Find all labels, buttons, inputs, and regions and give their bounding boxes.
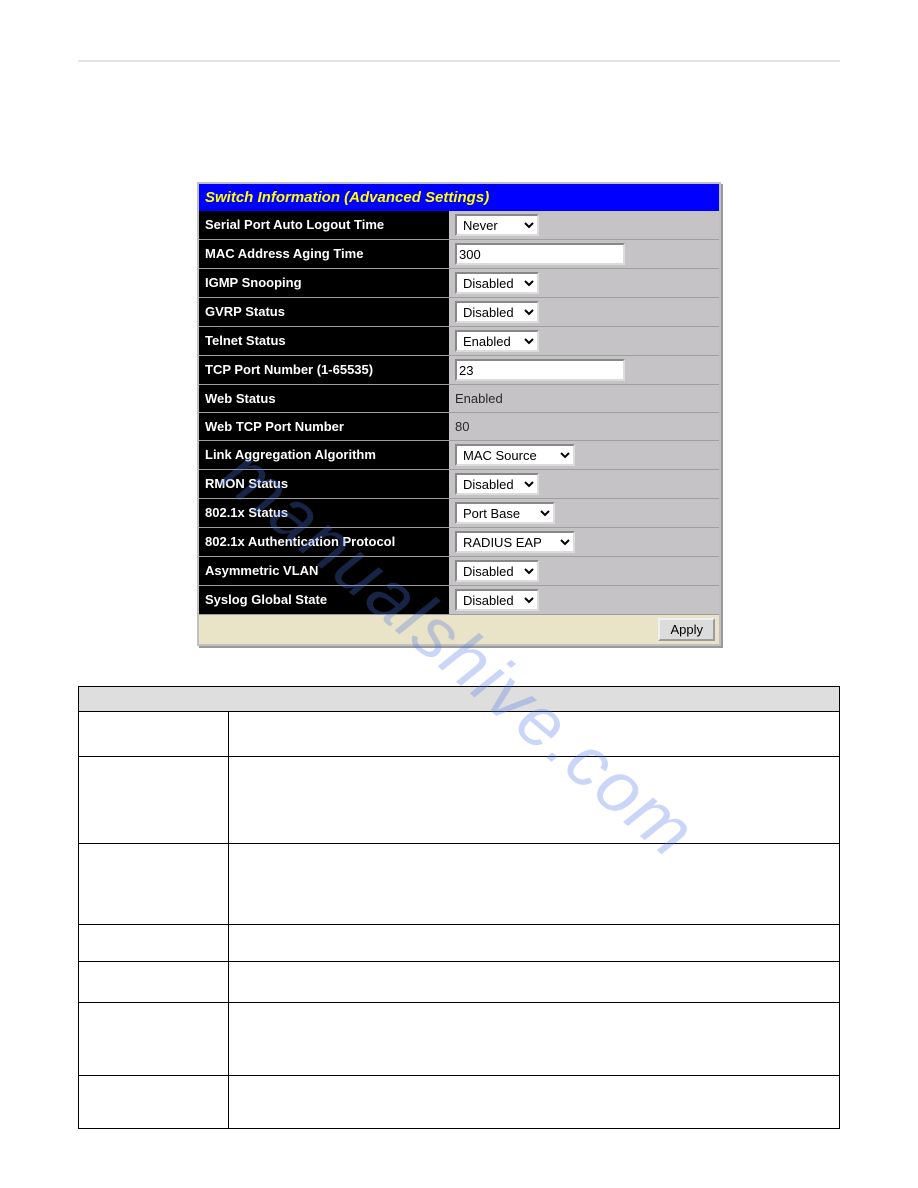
setting-row-web-tcp-port: Web TCP Port Number 80 bbox=[199, 412, 719, 440]
setting-control-telnet-status: Enabled bbox=[449, 327, 719, 355]
setting-label-link-agg: Link Aggregation Algorithm bbox=[199, 441, 449, 469]
table-row bbox=[79, 844, 840, 925]
setting-control-igmp-snooping: Disabled bbox=[449, 269, 719, 297]
parameter-desc-cell bbox=[229, 925, 840, 962]
mac-aging-input[interactable] bbox=[455, 243, 625, 265]
parameter-name-cell bbox=[79, 712, 229, 757]
setting-row-syslog-state: Syslog Global State Disabled bbox=[199, 585, 719, 614]
asym-vlan-select[interactable]: Disabled bbox=[455, 560, 539, 582]
setting-row-link-agg: Link Aggregation Algorithm MAC Source bbox=[199, 440, 719, 469]
parameter-desc-cell bbox=[229, 844, 840, 925]
setting-label-syslog-state: Syslog Global State bbox=[199, 586, 449, 614]
setting-row-dot1x-status: 802.1x Status Port Base bbox=[199, 498, 719, 527]
apply-button[interactable]: Apply bbox=[658, 618, 715, 641]
parameter-desc-cell bbox=[229, 1003, 840, 1076]
setting-control-web-status: Enabled bbox=[449, 385, 719, 412]
setting-control-dot1x-auth: RADIUS EAP bbox=[449, 528, 719, 556]
parameter-name-cell bbox=[79, 844, 229, 925]
dot1x-status-select[interactable]: Port Base bbox=[455, 502, 555, 524]
parameter-desc-cell bbox=[229, 757, 840, 844]
setting-row-igmp-snooping: IGMP Snooping Disabled bbox=[199, 268, 719, 297]
serial-logout-select[interactable]: Never bbox=[455, 214, 539, 236]
setting-label-telnet-status: Telnet Status bbox=[199, 327, 449, 355]
setting-control-syslog-state: Disabled bbox=[449, 586, 719, 614]
setting-label-asym-vlan: Asymmetric VLAN bbox=[199, 557, 449, 585]
table-row bbox=[79, 925, 840, 962]
parameter-name-cell bbox=[79, 1076, 229, 1129]
panel-footer: Apply bbox=[199, 614, 719, 644]
setting-control-mac-aging bbox=[449, 240, 719, 268]
syslog-state-select[interactable]: Disabled bbox=[455, 589, 539, 611]
setting-label-web-status: Web Status bbox=[199, 385, 449, 412]
igmp-snooping-select[interactable]: Disabled bbox=[455, 272, 539, 294]
panel-title: Switch Information (Advanced Settings) bbox=[199, 184, 719, 211]
setting-row-tcp-port: TCP Port Number (1-65535) bbox=[199, 355, 719, 384]
parameter-desc-cell bbox=[229, 712, 840, 757]
setting-control-tcp-port bbox=[449, 356, 719, 384]
setting-label-serial-logout: Serial Port Auto Logout Time bbox=[199, 211, 449, 239]
setting-label-dot1x-status: 802.1x Status bbox=[199, 499, 449, 527]
setting-control-dot1x-status: Port Base bbox=[449, 499, 719, 527]
link-agg-select[interactable]: MAC Source bbox=[455, 444, 575, 466]
setting-row-web-status: Web Status Enabled bbox=[199, 384, 719, 412]
setting-row-serial-logout: Serial Port Auto Logout Time Never bbox=[199, 211, 719, 239]
web-status-value: Enabled bbox=[455, 391, 503, 406]
setting-row-dot1x-auth: 802.1x Authentication Protocol RADIUS EAP bbox=[199, 527, 719, 556]
setting-row-mac-aging: MAC Address Aging Time bbox=[199, 239, 719, 268]
table-row bbox=[79, 712, 840, 757]
setting-control-gvrp-status: Disabled bbox=[449, 298, 719, 326]
settings-panel: Switch Information (Advanced Settings) S… bbox=[197, 182, 721, 646]
table-row bbox=[79, 1003, 840, 1076]
parameter-table bbox=[78, 686, 840, 1129]
setting-row-telnet-status: Telnet Status Enabled bbox=[199, 326, 719, 355]
setting-label-web-tcp-port: Web TCP Port Number bbox=[199, 413, 449, 440]
setting-label-igmp-snooping: IGMP Snooping bbox=[199, 269, 449, 297]
setting-control-web-tcp-port: 80 bbox=[449, 413, 719, 440]
gvrp-status-select[interactable]: Disabled bbox=[455, 301, 539, 323]
parameter-desc-cell bbox=[229, 962, 840, 1003]
parameter-name-cell bbox=[79, 962, 229, 1003]
table-row bbox=[79, 962, 840, 1003]
top-divider bbox=[78, 60, 840, 62]
telnet-status-select[interactable]: Enabled bbox=[455, 330, 539, 352]
setting-row-rmon-status: RMON Status Disabled bbox=[199, 469, 719, 498]
setting-row-asym-vlan: Asymmetric VLAN Disabled bbox=[199, 556, 719, 585]
dot1x-auth-select[interactable]: RADIUS EAP bbox=[455, 531, 575, 553]
setting-label-gvrp-status: GVRP Status bbox=[199, 298, 449, 326]
parameter-name-cell bbox=[79, 1003, 229, 1076]
tcp-port-input[interactable] bbox=[455, 359, 625, 381]
setting-control-serial-logout: Never bbox=[449, 211, 719, 239]
setting-label-tcp-port: TCP Port Number (1-65535) bbox=[199, 356, 449, 384]
setting-row-gvrp-status: GVRP Status Disabled bbox=[199, 297, 719, 326]
setting-control-link-agg: MAC Source bbox=[449, 441, 719, 469]
parameter-table-header bbox=[79, 687, 840, 712]
parameter-table-header-row bbox=[79, 687, 840, 712]
table-row bbox=[79, 1076, 840, 1129]
setting-label-mac-aging: MAC Address Aging Time bbox=[199, 240, 449, 268]
setting-control-asym-vlan: Disabled bbox=[449, 557, 719, 585]
parameter-name-cell bbox=[79, 757, 229, 844]
setting-label-rmon-status: RMON Status bbox=[199, 470, 449, 498]
parameter-name-cell bbox=[79, 925, 229, 962]
setting-label-dot1x-auth: 802.1x Authentication Protocol bbox=[199, 528, 449, 556]
web-tcp-port-value: 80 bbox=[455, 419, 469, 434]
setting-control-rmon-status: Disabled bbox=[449, 470, 719, 498]
parameter-desc-cell bbox=[229, 1076, 840, 1129]
table-row bbox=[79, 757, 840, 844]
rmon-status-select[interactable]: Disabled bbox=[455, 473, 539, 495]
